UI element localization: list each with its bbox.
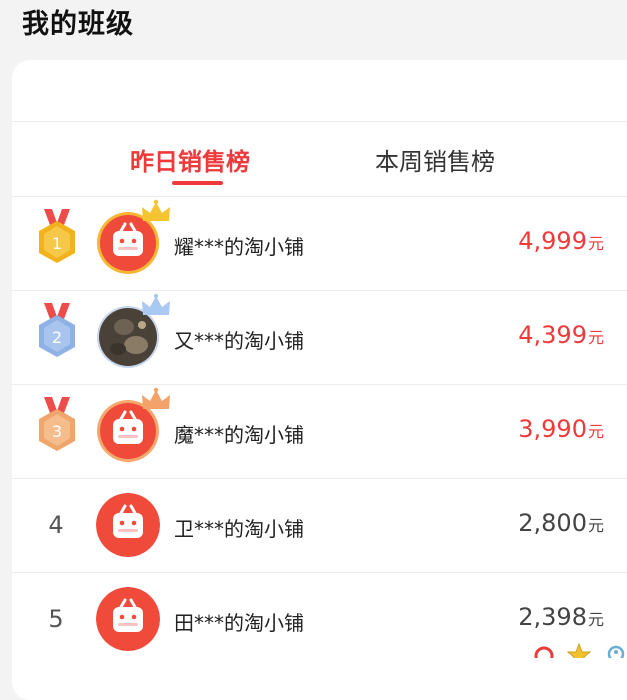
sales-amount: 2,398元 xyxy=(518,603,604,631)
amount-unit: 元 xyxy=(587,422,604,441)
shop-name: 田***的淘小铺 xyxy=(174,611,304,635)
rank-number: 4 xyxy=(48,511,64,539)
store-logo-icon xyxy=(96,587,160,651)
medal-rank: 3 xyxy=(52,422,62,441)
amount-value: 2,398 xyxy=(518,603,587,631)
amount-unit: 元 xyxy=(587,328,604,347)
gold-medal-icon: 1 xyxy=(39,209,75,263)
amount-unit: 元 xyxy=(587,610,604,629)
crown-icon xyxy=(142,293,170,315)
divider xyxy=(12,121,627,122)
avatar[interactable] xyxy=(96,199,170,275)
amount-value: 4,399 xyxy=(518,321,587,349)
shop-name: 魔***的淘小铺 xyxy=(174,423,304,447)
amount-value: 2,800 xyxy=(518,509,587,537)
tab-weekly-sales[interactable]: 本周销售榜 xyxy=(375,142,495,177)
crown-icon xyxy=(142,387,170,409)
avatar[interactable] xyxy=(96,293,170,369)
sales-amount: 2,800元 xyxy=(518,509,604,537)
avatar[interactable] xyxy=(96,587,160,651)
rank-number: 5 xyxy=(48,605,64,633)
shop-name: 卫***的淘小铺 xyxy=(174,517,304,541)
sales-amount: 4,399元 xyxy=(518,321,604,349)
shop-name: 耀***的淘小铺 xyxy=(174,235,304,259)
silver-medal-icon: 2 xyxy=(39,303,75,357)
sales-amount: 3,990元 xyxy=(518,415,604,443)
amount-unit: 元 xyxy=(587,234,604,253)
avatar[interactable] xyxy=(96,387,170,463)
crown-icon xyxy=(142,199,170,221)
avatar[interactable] xyxy=(96,493,160,557)
star-icon xyxy=(566,642,592,658)
amount-value: 4,999 xyxy=(518,227,587,255)
tab-yesterday-sales[interactable]: 昨日销售榜 xyxy=(130,142,250,177)
ranking-row[interactable]: 4 卫***的淘小铺 2,800元 xyxy=(12,479,627,573)
red-badge-icon xyxy=(534,646,554,658)
page-title: 我的班级 xyxy=(22,9,134,40)
medal-rank: 1 xyxy=(52,234,62,253)
active-tab-indicator xyxy=(172,181,223,185)
sales-amount: 4,999元 xyxy=(518,227,604,255)
ranking-row[interactable]: 3 魔***的淘小铺 3,990元 xyxy=(12,385,627,479)
amount-value: 3,990 xyxy=(518,415,587,443)
bronze-medal-icon: 3 xyxy=(39,397,75,451)
ranking-row[interactable]: 1 耀***的淘小铺 4,999元 xyxy=(12,197,627,291)
shop-name: 又***的淘小铺 xyxy=(174,329,304,353)
store-logo-icon xyxy=(96,493,160,557)
amount-unit: 元 xyxy=(587,516,604,535)
ranking-row[interactable]: 2 又***的淘小铺 4,399元 xyxy=(12,291,627,385)
medal-rank: 2 xyxy=(52,328,62,347)
floating-action-icons[interactable] xyxy=(532,640,627,658)
